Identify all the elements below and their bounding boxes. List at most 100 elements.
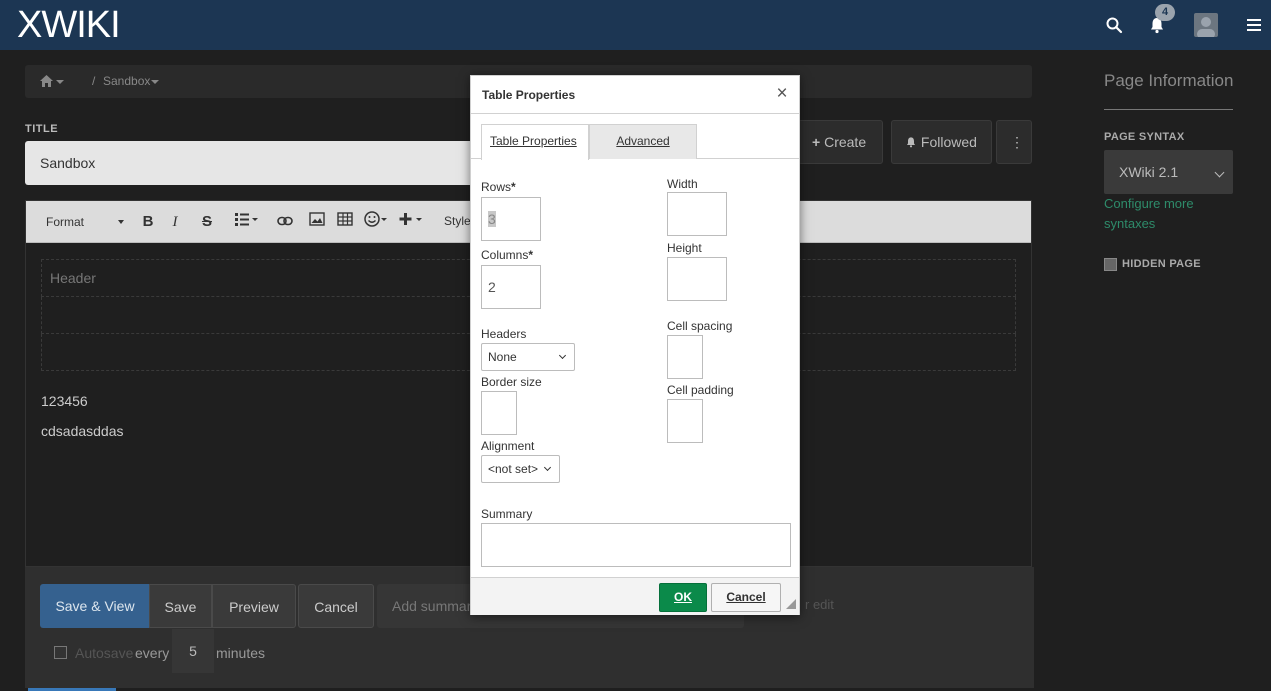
list-icon <box>235 213 258 226</box>
autosave-checkbox[interactable] <box>54 646 67 659</box>
columns-label-text: Columns <box>481 248 529 262</box>
top-navbar: XWIKI 4 <box>0 0 1271 50</box>
hidden-page-checkbox[interactable] <box>1104 258 1117 271</box>
chevron-down-icon <box>543 463 552 472</box>
preview-button[interactable]: Preview <box>212 584 296 628</box>
plus-icon <box>399 213 422 225</box>
rows-label-text: Rows <box>481 180 512 194</box>
paragraph[interactable]: 123456 <box>41 393 88 409</box>
summary-textarea[interactable] <box>481 523 791 567</box>
width-label: Width <box>667 177 698 191</box>
every-label: every <box>135 645 170 661</box>
ok-button[interactable]: OK <box>659 583 707 612</box>
smiley-icon <box>364 211 387 227</box>
logo-text: XWIKI <box>17 4 121 46</box>
title-input[interactable]: Sandbox <box>25 141 485 185</box>
followed-label: Followed <box>920 134 977 150</box>
rows-value: 3 <box>488 211 496 227</box>
page-syntax-value: XWiki 2.1 <box>1119 164 1179 180</box>
minutes-label: minutes <box>216 645 266 661</box>
headers-select[interactable]: None <box>481 343 575 371</box>
styles-dropdown[interactable]: Style <box>444 214 471 228</box>
required-mark: * <box>511 180 516 194</box>
resize-handle-icon[interactable] <box>786 599 796 609</box>
italic-button[interactable]: I <box>165 211 185 233</box>
bell-icon <box>907 137 915 148</box>
cancel-button[interactable]: Cancel <box>298 584 374 628</box>
chevron-down-icon[interactable] <box>151 80 159 84</box>
headers-value: None <box>488 350 517 364</box>
divider <box>1104 109 1233 110</box>
columns-input[interactable]: 2 <box>481 265 541 309</box>
close-icon[interactable]: × <box>774 84 790 103</box>
insert-button[interactable] <box>397 211 425 233</box>
chevron-down-icon <box>558 351 567 360</box>
user-avatar[interactable] <box>1194 13 1218 37</box>
followed-button[interactable]: Followed <box>891 120 992 164</box>
table-button[interactable] <box>334 211 356 233</box>
strikethrough-button[interactable]: S <box>193 211 221 233</box>
rows-label: Rows* <box>481 180 516 194</box>
dialog-footer: OK Cancel <box>471 577 799 615</box>
link-icon <box>277 216 293 226</box>
page-syntax-label: PAGE SYNTAX <box>1104 131 1185 143</box>
tab-advanced[interactable]: Advanced <box>589 124 697 159</box>
hidden-page-label: HIDDEN PAGE <box>1122 258 1201 270</box>
xwiki-logo[interactable]: XWIKI <box>17 6 127 44</box>
title-label: TITLE <box>25 123 59 135</box>
bold-button[interactable]: B <box>138 211 158 233</box>
width-input[interactable] <box>667 192 727 236</box>
breadcrumb-separator: / <box>92 74 96 88</box>
notification-badge: 4 <box>1155 4 1175 21</box>
alignment-select[interactable]: <not set> <box>481 455 560 483</box>
cell-padding-input[interactable] <box>667 399 703 443</box>
configure-syntaxes-link[interactable]: Configure more syntaxes <box>1104 194 1234 234</box>
cell-spacing-label: Cell spacing <box>667 319 733 333</box>
breadcrumb-item-sandbox[interactable]: Sandbox <box>103 74 150 88</box>
height-input[interactable] <box>667 257 727 301</box>
alignment-value: <not set> <box>488 462 539 476</box>
save-button[interactable]: Save <box>149 584 212 628</box>
avatar-icon <box>1197 17 1215 37</box>
cell-padding-label: Cell padding <box>667 383 734 397</box>
alignment-label: Alignment <box>481 439 535 453</box>
dialog-tabs: Table Properties Advanced <box>471 114 799 160</box>
headers-label: Headers <box>481 327 527 341</box>
format-label: Format <box>46 215 85 229</box>
autosave-label: Autosave <box>75 645 134 661</box>
tab-table-properties[interactable]: Table Properties <box>481 124 589 160</box>
border-size-input[interactable] <box>481 391 517 435</box>
dialog-header: Table Properties × <box>471 76 799 114</box>
emoji-button[interactable] <box>362 211 390 233</box>
create-button[interactable]: + Create <box>798 120 883 164</box>
required-mark: * <box>528 248 534 262</box>
dialog-title: Table Properties <box>482 88 576 102</box>
cell-spacing-input[interactable] <box>667 335 703 379</box>
table-icon <box>337 212 353 226</box>
hamburger-menu-icon[interactable] <box>1245 16 1263 34</box>
more-actions-button[interactable]: ⋮ <box>996 120 1032 164</box>
border-size-label: Border size <box>481 375 542 389</box>
cancel-button[interactable]: Cancel <box>711 583 781 612</box>
create-label: Create <box>824 134 867 150</box>
save-and-view-button[interactable]: Save & View <box>40 584 150 628</box>
page-information-title: Page Information <box>1104 71 1234 90</box>
home-icon[interactable] <box>40 75 53 87</box>
chevron-down-icon <box>118 220 124 224</box>
height-label: Height <box>667 241 702 255</box>
autosave-interval-input[interactable]: 5 <box>172 629 214 673</box>
minor-edit-label[interactable]: r edit <box>805 597 834 612</box>
image-button[interactable] <box>306 211 328 233</box>
link-button[interactable] <box>274 211 296 233</box>
kebab-menu-icon: ⋮ <box>1010 134 1024 150</box>
columns-label: Columns* <box>481 248 533 262</box>
format-dropdown[interactable]: Format <box>38 209 128 235</box>
summary-label: Summary <box>481 507 533 521</box>
chevron-down-icon <box>1214 167 1225 178</box>
rows-input[interactable]: 3 <box>481 197 541 241</box>
chevron-down-icon[interactable] <box>56 80 64 84</box>
page-syntax-select[interactable]: XWiki 2.1 <box>1104 150 1233 194</box>
search-icon[interactable] <box>1105 16 1123 34</box>
bulleted-list-button[interactable] <box>233 211 261 233</box>
paragraph[interactable]: cdsadasddas <box>41 423 124 439</box>
